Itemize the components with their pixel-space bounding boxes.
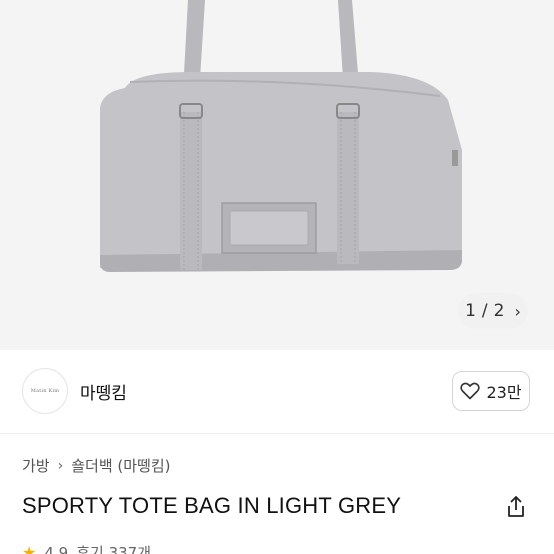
chevron-right-icon[interactable]: › <box>514 302 520 321</box>
chevron-right-icon: › <box>57 457 64 474</box>
breadcrumb: 가방 › 숄더백 (마뗑킴) <box>22 455 171 476</box>
counter-separator: / <box>481 301 488 321</box>
star-icon: ★ <box>22 543 37 554</box>
share-icon[interactable] <box>504 494 528 520</box>
seller-name[interactable]: 마뗑킴 <box>80 379 127 404</box>
product-title: SPORTY TOTE BAG IN LIGHT GREY <box>22 493 402 518</box>
like-button[interactable]: 23만 <box>452 371 530 411</box>
heart-outline-icon <box>460 382 481 400</box>
review-count[interactable]: 후기 337개 <box>76 542 151 554</box>
image-counter[interactable]: 1 / 2 › <box>458 293 528 329</box>
rating-score: 4.9 <box>44 543 69 554</box>
product-image-gallery[interactable]: 1 / 2 › <box>0 0 554 350</box>
seller-row: Matin Kim 마뗑킴 23만 <box>0 350 554 434</box>
avatar[interactable]: Matin Kim <box>22 368 68 414</box>
counter-total: 2 <box>493 301 505 321</box>
counter-current: 1 <box>465 301 476 321</box>
breadcrumb-item-shoulder-bag[interactable]: 숄더백 (마뗑킴) <box>71 455 170 476</box>
breadcrumb-item-bags[interactable]: 가방 <box>22 455 50 476</box>
like-count: 23만 <box>486 383 522 402</box>
rating-row[interactable]: ★ 4.9 후기 337개 <box>22 542 151 554</box>
avatar-logo-text: Matin Kim <box>30 388 60 394</box>
